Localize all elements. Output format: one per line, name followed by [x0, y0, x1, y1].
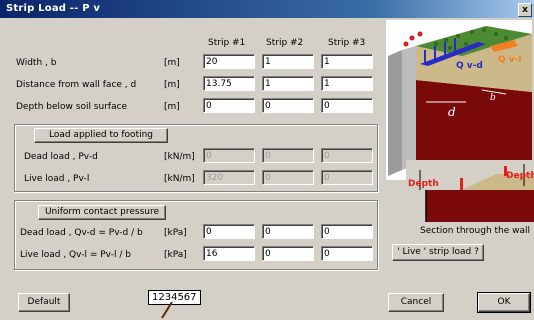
load-applied-to-footing-button[interactable]: Load applied to footing — [34, 128, 168, 143]
default-button[interactable]: Default — [18, 293, 70, 312]
distance-strip-1-field[interactable]: 13.75 — [203, 76, 255, 91]
contact-dead-strip-2-field[interactable]: 0 — [262, 224, 314, 239]
footing-live-load-unit: [kN/m] — [164, 174, 195, 184]
title-bar: Strip Load -- P v x — [0, 0, 534, 18]
footing-dead-load-unit: [kN/m] — [164, 152, 195, 162]
depth-strip-2-field[interactable]: 0 — [262, 98, 314, 113]
contact-live-load-label: Live load , Qv-l = Pv-l / b — [20, 250, 131, 260]
distance-unit: [m] — [164, 80, 180, 90]
width-strip-3-field[interactable]: 1 — [321, 54, 373, 69]
footing-dead-strip-2-field: 0 — [262, 148, 314, 163]
contact-dead-strip-1-field[interactable]: 0 — [203, 224, 255, 239]
b-dimension-label: b — [490, 93, 496, 103]
depth-unit: [m] — [164, 102, 180, 112]
uniform-contact-pressure-button[interactable]: Uniform contact pressure — [38, 205, 166, 220]
depth-strip-3-field[interactable]: 0 — [321, 98, 373, 113]
live-strip-load-button[interactable]: ' Live ' strip load ? — [392, 244, 484, 261]
footing-dead-strip-3-field: 0 — [321, 148, 373, 163]
footing-live-strip-1-field: 320 — [203, 170, 255, 185]
column-header-strip-2: Strip #2 — [266, 38, 304, 48]
contact-dead-load-label: Dead load , Qv-d = Pv-d / b — [20, 228, 143, 238]
section-diagram: Depth Depth — [406, 160, 534, 226]
contact-dead-load-unit: [kPa] — [164, 228, 187, 238]
pen-cursor-icon — [161, 301, 173, 319]
column-header-strip-1: Strip #1 — [208, 38, 246, 48]
distance-strip-3-field[interactable]: 1 — [321, 76, 373, 91]
contact-live-strip-1-field[interactable]: 16 — [203, 246, 255, 261]
width-label: Width , b — [16, 58, 57, 68]
contact-live-strip-2-field[interactable]: 0 — [262, 246, 314, 261]
ok-button[interactable]: OK — [477, 292, 531, 313]
d-dimension-label: d — [448, 105, 456, 119]
footing-dead-strip-1-field: 0 — [203, 148, 255, 163]
depth-left-label: Depth — [408, 179, 439, 189]
window-title: Strip Load -- P v — [6, 3, 101, 14]
contact-dead-strip-3-field[interactable]: 0 — [321, 224, 373, 239]
qvd-label: Q v-d — [456, 61, 483, 71]
distance-strip-2-field[interactable]: 1 — [262, 76, 314, 91]
distance-label: Distance from wall face , d — [16, 80, 137, 90]
depth-right-label: Depth — [506, 171, 534, 181]
wall-3d-illustration: Q v-d Q v-l d b — [386, 20, 532, 180]
cancel-button[interactable]: Cancel — [388, 293, 444, 312]
depth-strip-1-field[interactable]: 0 — [203, 98, 255, 113]
qvl-label: Q v-l — [498, 55, 521, 65]
width-unit: [m] — [164, 58, 180, 68]
contact-live-load-unit: [kPa] — [164, 250, 187, 260]
width-strip-2-field[interactable]: 1 — [262, 54, 314, 69]
footing-live-strip-3-field: 0 — [321, 170, 373, 185]
section-caption: Section through the wall — [420, 226, 531, 236]
footing-live-load-label: Live load , Pv-l — [24, 174, 90, 184]
width-strip-1-field[interactable]: 20 — [203, 54, 255, 69]
column-header-strip-3: Strip #3 — [328, 38, 366, 48]
close-button[interactable]: x — [518, 3, 532, 17]
contact-live-strip-3-field[interactable]: 0 — [321, 246, 373, 261]
depth-label: Depth below soil surface — [16, 102, 128, 112]
footing-dead-load-label: Dead load , Pv-d — [24, 152, 98, 162]
footing-live-strip-2-field: 0 — [262, 170, 314, 185]
